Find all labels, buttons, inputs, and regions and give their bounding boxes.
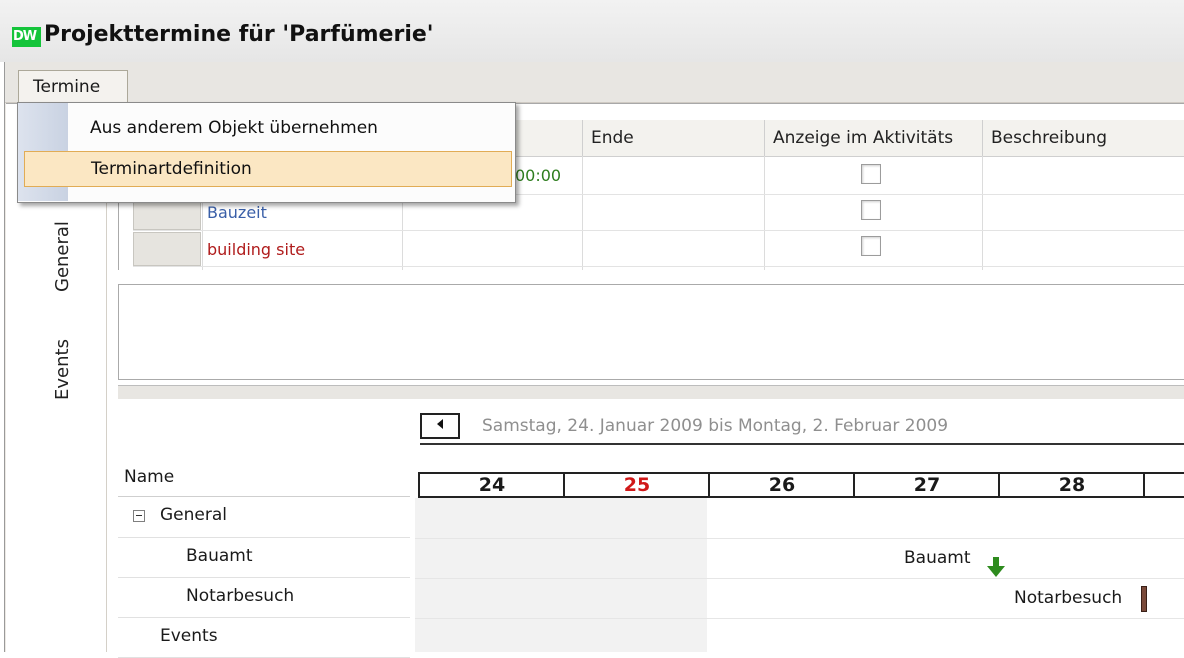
day-header: 27 [853,472,999,498]
menu-item-label: Terminartdefinition [91,159,252,179]
grid-line [415,618,1184,619]
grid-line [764,156,765,270]
row-3-activity-checkbox[interactable] [861,236,881,256]
grid-line [582,156,583,270]
grid-line [133,266,1184,267]
triangle-left-icon [437,419,443,429]
row-selector[interactable] [133,232,201,266]
column-header-anzeige[interactable]: Anzeige im Aktivitäts [764,120,982,156]
column-header-beschreibung[interactable]: Beschreibung [982,120,1184,156]
details-panel [118,284,1184,380]
weekend-shade [415,498,707,652]
day-header [1143,472,1184,498]
date-range-underline [420,443,1184,445]
row-2-activity-checkbox[interactable] [861,200,881,220]
day-header: 26 [708,472,854,498]
menu-termine[interactable]: Termine [18,70,128,102]
tree-item-events[interactable]: Events [160,626,218,646]
task-bar[interactable] [1141,586,1147,612]
separator [118,496,410,497]
window-title: Projekttermine für 'Parfümerie' [44,22,434,47]
tree-item-notarbesuch[interactable]: Notarbesuch [186,586,294,606]
menu-item-label: Aus anderem Objekt übernehmen [90,118,378,138]
tab-events[interactable]: Events [52,339,73,400]
menu-bar [5,62,1184,103]
grid-line [133,230,1184,231]
column-header-ende[interactable]: Ende [582,120,764,156]
splitter[interactable] [118,385,1184,400]
previous-period-button[interactable] [420,413,460,439]
day-header: 28 [998,472,1144,498]
name-column-header: Name [124,467,175,487]
grid-line [415,578,1184,579]
menu-item-terminartdefinition[interactable]: Terminartdefinition [24,151,512,187]
date-range: Samstag, 24. Januar 2009 bis Montag, 2. … [482,416,949,436]
gantt-label-bauamt: Bauamt [904,548,971,568]
tree-row[interactable] [118,538,410,578]
collapse-icon[interactable] [133,510,145,522]
day-header: 24 [418,472,564,498]
menu-item-aus-anderem-objekt[interactable]: Aus anderem Objekt übernehmen [24,111,512,147]
tab-general[interactable]: General [52,221,73,292]
grid-line [982,156,983,270]
tree-item-bauamt[interactable]: Bauamt [186,546,253,566]
row-1-activity-checkbox[interactable] [861,164,881,184]
app-logo-icon: DW [12,27,41,47]
grid-line [415,538,1184,539]
row-2-name[interactable]: Bauzeit [207,203,267,222]
green-down-arrow-icon[interactable] [986,556,1006,583]
day-header: 25 [563,472,709,498]
row-3-name[interactable]: building site [207,240,305,259]
tree-item-general[interactable]: General [160,505,227,525]
gantt-label-notarbesuch: Notarbesuch [1014,588,1123,608]
row-1-start-time: 00:00 [515,166,562,185]
